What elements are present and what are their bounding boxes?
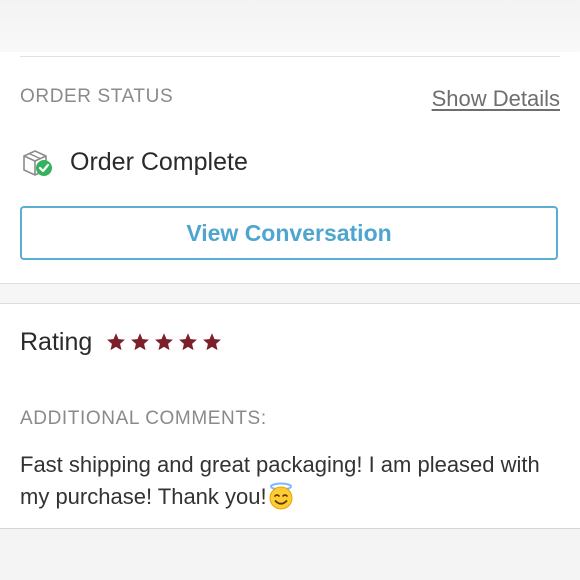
order-detail-page: ORDER STATUS Show Details Order Complete… <box>0 0 580 580</box>
section-gap <box>0 284 580 303</box>
order-status-label: ORDER STATUS <box>20 86 174 107</box>
star-icon <box>131 333 150 351</box>
order-status-row: Order Complete <box>20 144 248 180</box>
star-icon <box>155 333 174 351</box>
star-icon <box>107 333 126 351</box>
rating-label: Rating <box>20 327 93 356</box>
order-status-text: Order Complete <box>70 147 248 176</box>
top-header-band <box>0 0 580 52</box>
top-divider <box>20 56 560 57</box>
comment-text: Fast shipping and great packaging! I am … <box>20 449 565 513</box>
star-icon <box>203 333 222 351</box>
star-icon <box>179 333 198 351</box>
show-details-link[interactable]: Show Details <box>432 86 560 112</box>
rating-row: Rating <box>20 324 222 360</box>
bottom-band <box>0 529 580 580</box>
view-conversation-button[interactable]: View Conversation <box>20 206 558 260</box>
box-check-icon <box>23 150 52 176</box>
rating-stars <box>106 332 222 352</box>
section-divider-bottom <box>0 303 580 304</box>
additional-comments-label: ADDITIONAL COMMENTS: <box>20 408 267 429</box>
smiling-face-with-halo-icon <box>269 482 293 510</box>
